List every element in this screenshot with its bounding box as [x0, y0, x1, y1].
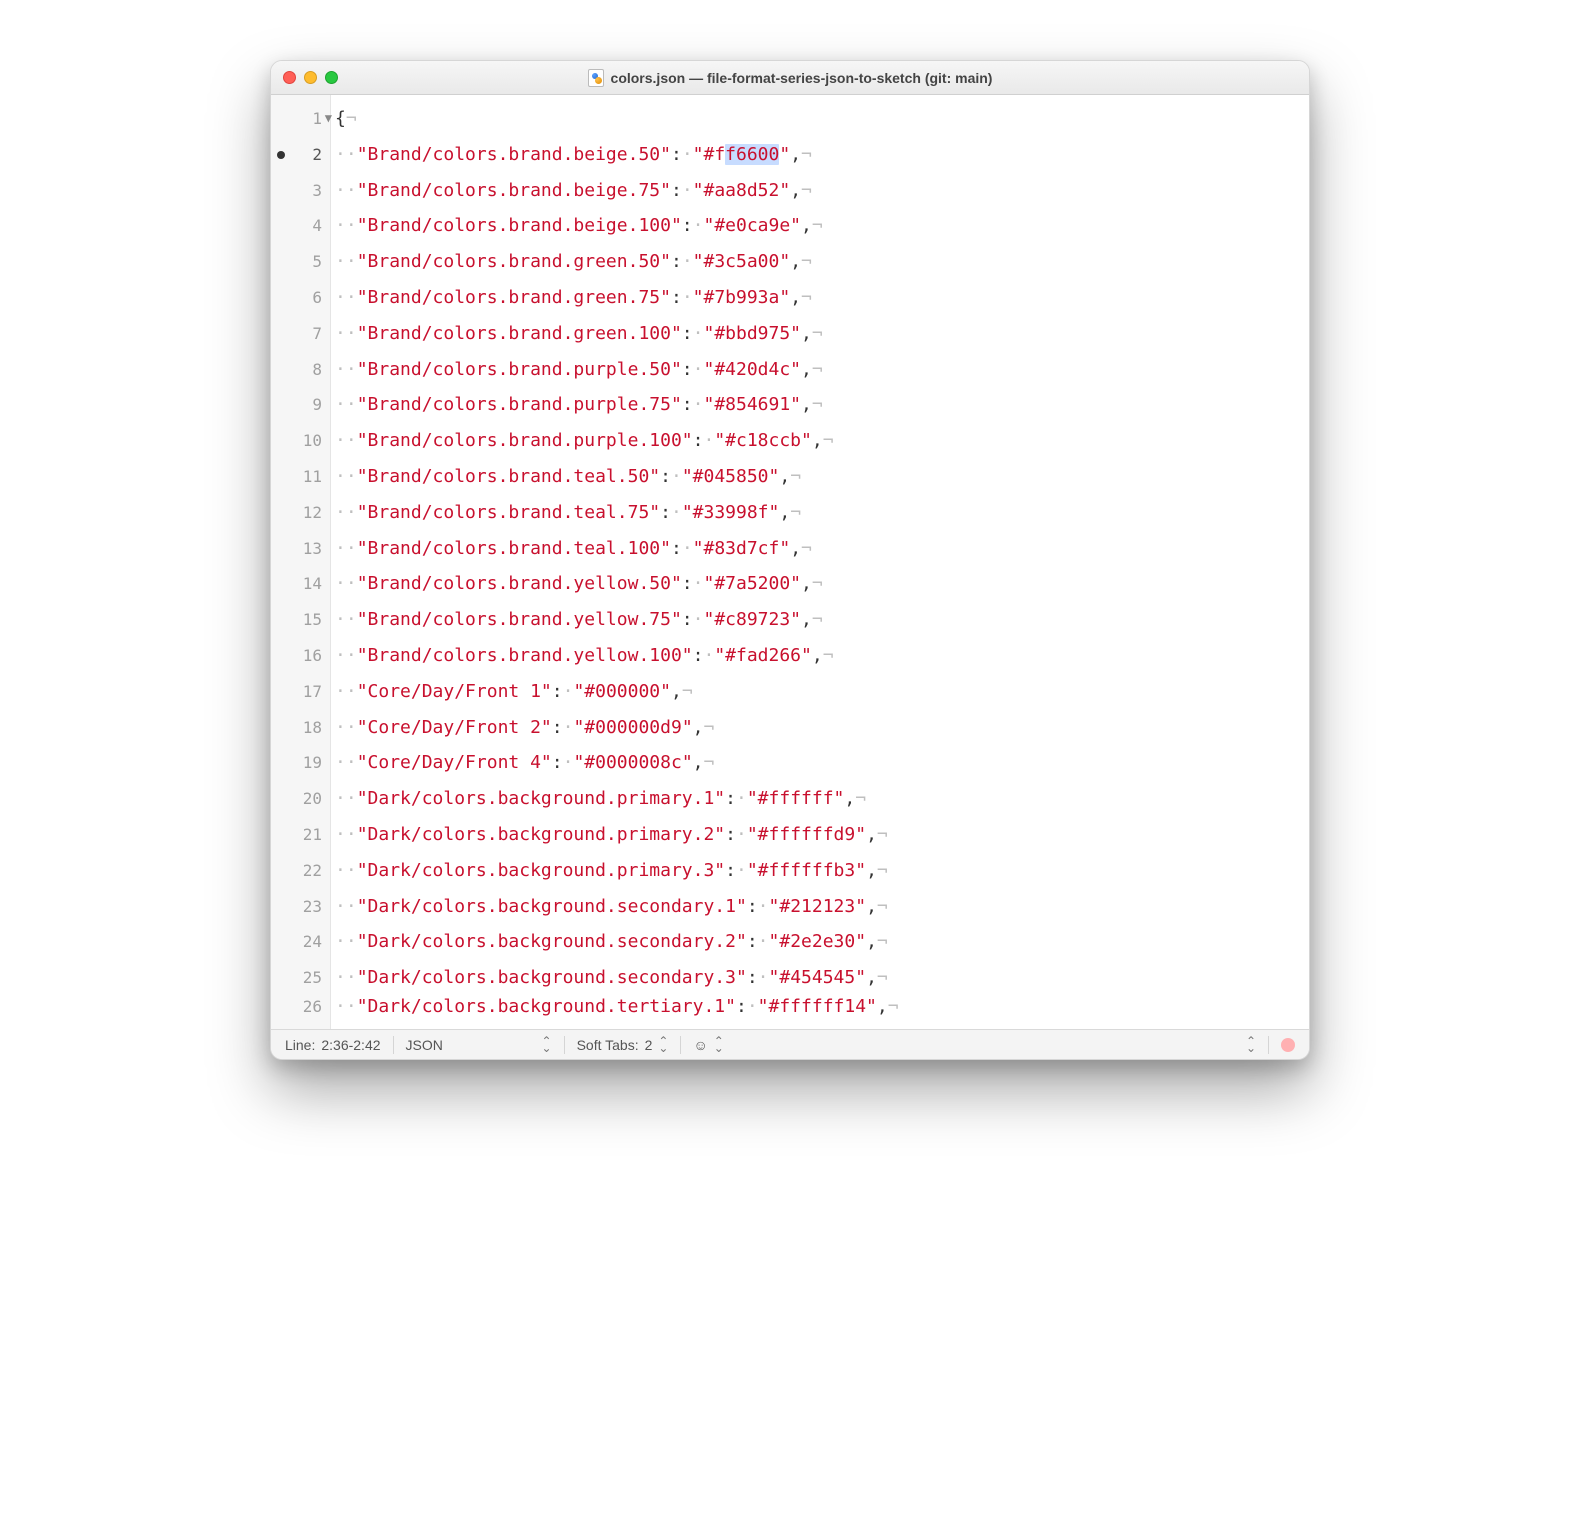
code-line[interactable]: ··"Brand/colors.brand.green.50":·"#3c5a0… — [331, 244, 1309, 280]
line-number[interactable]: 24 — [271, 924, 330, 960]
code-line[interactable]: {¬ — [331, 101, 1309, 137]
code-line[interactable]: ··"Brand/colors.brand.beige.75":·"#aa8d5… — [331, 173, 1309, 209]
code-line[interactable]: ··"Brand/colors.brand.green.75":·"#7b993… — [331, 280, 1309, 316]
code-line[interactable]: ··"Brand/colors.brand.purple.100":·"#c18… — [331, 423, 1309, 459]
code-area[interactable]: {¬··"Brand/colors.brand.beige.50":·"#ff6… — [331, 95, 1309, 1029]
code-line[interactable]: ··"Dark/colors.background.primary.1":·"#… — [331, 781, 1309, 817]
line-number[interactable]: 9 — [271, 387, 330, 423]
window-title: colors.json — file-format-series-json-to… — [283, 69, 1297, 87]
code-line[interactable]: ··"Brand/colors.brand.teal.75":·"#33998f… — [331, 495, 1309, 531]
line-number[interactable]: 17 — [271, 674, 330, 710]
syntax-stepper-icon[interactable]: ⌃⌄ — [542, 1038, 552, 1052]
line-number[interactable]: 20 — [271, 781, 330, 817]
line-number[interactable]: 12 — [271, 495, 330, 531]
status-bar: Line: 2:36-2:42 JSON ⌃⌄ Soft Tabs: 2 ⌃⌄ … — [271, 1029, 1309, 1059]
window-title-text: colors.json — file-format-series-json-to… — [611, 70, 993, 86]
editor-area: 1▼23456789101112131415161718192021222324… — [271, 95, 1309, 1029]
titlebar[interactable]: colors.json — file-format-series-json-to… — [271, 61, 1309, 95]
status-syntax-value: JSON — [406, 1037, 536, 1053]
status-symbols[interactable]: ☺ ⌃⌄ — [687, 1030, 729, 1059]
line-number[interactable]: 5 — [271, 244, 330, 280]
traffic-lights — [283, 71, 338, 84]
file-icon — [588, 69, 604, 87]
code-line[interactable]: ··"Brand/colors.brand.teal.100":·"#83d7c… — [331, 531, 1309, 567]
line-number-gutter[interactable]: 1▼23456789101112131415161718192021222324… — [271, 95, 331, 1029]
line-number[interactable]: 23 — [271, 889, 330, 925]
status-record[interactable] — [1275, 1030, 1301, 1059]
code-line[interactable]: ··"Core/Day/Front 4":·"#0000008c",¬ — [331, 745, 1309, 781]
line-number[interactable]: 1▼ — [271, 101, 330, 137]
line-number[interactable]: 14 — [271, 566, 330, 602]
line-number[interactable]: 15 — [271, 602, 330, 638]
code-line[interactable]: ··"Brand/colors.brand.green.100":·"#bbd9… — [331, 316, 1309, 352]
record-icon — [1281, 1038, 1295, 1052]
code-line[interactable]: ··"Brand/colors.brand.purple.75":·"#8546… — [331, 387, 1309, 423]
close-icon[interactable] — [283, 71, 296, 84]
line-number[interactable]: 3 — [271, 173, 330, 209]
line-number[interactable]: 25 — [271, 960, 330, 996]
code-line[interactable]: ··"Brand/colors.brand.yellow.50":·"#7a52… — [331, 566, 1309, 602]
line-number[interactable]: 2 — [271, 137, 330, 173]
right-stepper-icon[interactable]: ⌃⌄ — [1246, 1038, 1256, 1052]
minimize-icon[interactable] — [304, 71, 317, 84]
code-line[interactable]: ··"Brand/colors.brand.yellow.75":·"#c897… — [331, 602, 1309, 638]
code-line[interactable]: ··"Brand/colors.brand.yellow.100":·"#fad… — [331, 638, 1309, 674]
symbols-icon: ☺ — [693, 1037, 707, 1053]
status-line[interactable]: Line: 2:36-2:42 — [279, 1030, 387, 1059]
code-line[interactable]: ··"Core/Day/Front 2":·"#000000d9",¬ — [331, 710, 1309, 746]
line-number[interactable]: 4 — [271, 208, 330, 244]
code-line[interactable]: ··"Brand/colors.brand.purple.50":·"#420d… — [331, 352, 1309, 388]
code-line[interactable]: ··"Brand/colors.brand.teal.50":·"#045850… — [331, 459, 1309, 495]
status-tabs-label: Soft Tabs: — [577, 1037, 639, 1053]
code-line[interactable]: ··"Dark/colors.background.secondary.3":·… — [331, 960, 1309, 996]
line-number[interactable]: 13 — [271, 531, 330, 567]
symbols-stepper-icon[interactable]: ⌃⌄ — [714, 1038, 724, 1052]
code-line[interactable]: ··"Dark/colors.background.tertiary.1":·"… — [331, 996, 1309, 1020]
status-line-value: 2:36-2:42 — [321, 1037, 380, 1053]
code-line[interactable]: ··"Dark/colors.background.primary.3":·"#… — [331, 853, 1309, 889]
line-number[interactable]: 8 — [271, 352, 330, 388]
code-line[interactable]: ··"Core/Day/Front 1":·"#000000",¬ — [331, 674, 1309, 710]
code-line[interactable]: ··"Dark/colors.background.secondary.2":·… — [331, 924, 1309, 960]
line-number[interactable]: 11 — [271, 459, 330, 495]
line-number[interactable]: 16 — [271, 638, 330, 674]
line-number[interactable]: 6 — [271, 280, 330, 316]
line-number[interactable]: 22 — [271, 853, 330, 889]
tabs-stepper-icon[interactable]: ⌃⌄ — [658, 1038, 668, 1052]
status-line-label: Line: — [285, 1037, 315, 1053]
modified-dot-icon — [277, 151, 285, 159]
line-number[interactable]: 19 — [271, 745, 330, 781]
line-number[interactable]: 10 — [271, 423, 330, 459]
status-right-stepper[interactable]: ⌃⌄ — [1240, 1030, 1262, 1059]
code-line[interactable]: ··"Dark/colors.background.secondary.1":·… — [331, 889, 1309, 925]
status-tabs[interactable]: Soft Tabs: 2 ⌃⌄ — [571, 1030, 675, 1059]
status-tabs-value: 2 — [645, 1037, 653, 1053]
editor-window: colors.json — file-format-series-json-to… — [270, 60, 1310, 1060]
line-number[interactable]: 18 — [271, 710, 330, 746]
status-syntax[interactable]: JSON ⌃⌄ — [400, 1030, 558, 1059]
fold-toggle-icon[interactable]: ▼ — [325, 101, 332, 137]
line-number[interactable]: 26 — [271, 996, 330, 1020]
line-number[interactable]: 21 — [271, 817, 330, 853]
zoom-icon[interactable] — [325, 71, 338, 84]
code-line[interactable]: ··"Brand/colors.brand.beige.100":·"#e0ca… — [331, 208, 1309, 244]
code-line[interactable]: ··"Dark/colors.background.primary.2":·"#… — [331, 817, 1309, 853]
code-line[interactable]: ··"Brand/colors.brand.beige.50":·"#ff660… — [331, 137, 1309, 173]
line-number[interactable]: 7 — [271, 316, 330, 352]
